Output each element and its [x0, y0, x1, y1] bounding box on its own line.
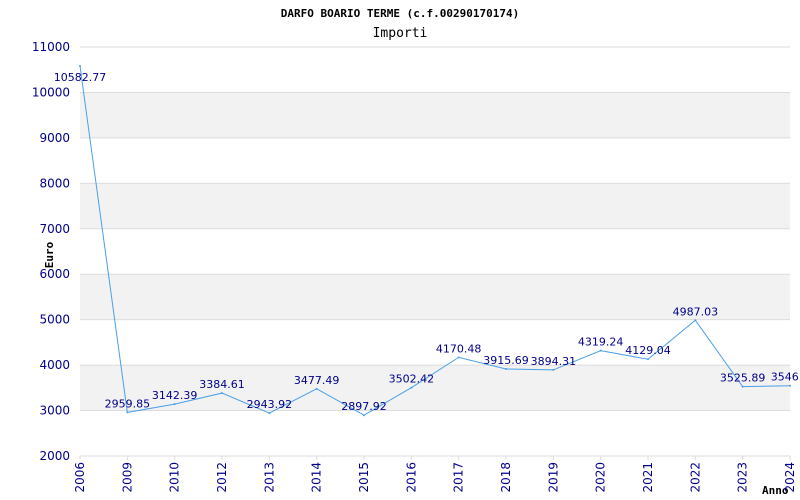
data-point — [789, 384, 791, 387]
data-label: 4319.24 — [578, 336, 624, 349]
x-tick-label: 2009 — [120, 462, 134, 493]
band-3000 — [80, 365, 790, 411]
data-point — [268, 412, 271, 415]
data-point — [126, 411, 129, 414]
x-tick-label: 2024 — [783, 462, 797, 493]
line-chart: DARFO BOARIO TERME (c.f.00290170174) Imp… — [32, 7, 800, 497]
data-label: 3142.39 — [152, 389, 198, 402]
y-tick-label: 3000 — [39, 404, 70, 418]
y-tick-label: 5000 — [39, 313, 70, 327]
data-label: 2943.92 — [247, 398, 293, 411]
y-tick-label: 11000 — [32, 40, 70, 54]
x-tick-label: 2018 — [499, 462, 513, 493]
data-point — [363, 414, 365, 417]
data-label: 3894.31 — [531, 355, 577, 368]
y-tick-label: 10000 — [32, 85, 70, 99]
y-tick-label: 9000 — [39, 131, 70, 145]
x-tick-label: 2006 — [73, 462, 87, 493]
y-tick-label: 6000 — [39, 267, 70, 281]
x-tick-label: 2010 — [168, 462, 182, 493]
data-label: 3502.42 — [389, 373, 435, 386]
y-tick-label: 4000 — [39, 358, 70, 372]
data-point — [221, 392, 223, 395]
data-point — [173, 403, 176, 406]
data-label: 4987.03 — [673, 305, 719, 318]
data-label: 3546.4 — [771, 371, 800, 384]
x-tick-label: 2016 — [404, 462, 418, 493]
data-label: 4129.04 — [625, 344, 671, 357]
data-label: 2959.85 — [105, 397, 151, 410]
data-point — [552, 368, 555, 371]
x-tick-label: 2013 — [262, 462, 276, 493]
data-point — [599, 349, 602, 352]
x-tick-label: 2019 — [546, 462, 560, 493]
x-tick-label: 2017 — [452, 462, 466, 493]
data-point — [79, 64, 81, 67]
data-point — [410, 386, 413, 389]
y-tick-label: 7000 — [39, 222, 70, 236]
data-point — [647, 358, 649, 361]
data-point — [315, 387, 318, 390]
data-point — [505, 367, 507, 370]
y-axis-label: Euro — [43, 241, 56, 268]
band-7000 — [80, 183, 790, 229]
band-9000 — [80, 92, 790, 138]
y-tick-label: 8000 — [39, 176, 70, 190]
chart-subtitle: Importi — [373, 26, 428, 41]
chart-title: DARFO BOARIO TERME (c.f.00290170174) — [281, 7, 519, 20]
x-tick-label: 2022 — [688, 462, 702, 493]
data-label: 4170.48 — [436, 342, 482, 355]
data-point — [457, 356, 460, 359]
data-label: 3915.69 — [483, 354, 529, 367]
x-tick-label: 2023 — [736, 462, 750, 493]
x-tick-label: 2015 — [357, 462, 371, 493]
x-axis-ticks: 2006 2009 2010 2012 2013 2014 2015 2016 2017 2018… — [73, 456, 797, 493]
x-tick-label: 2012 — [215, 462, 229, 493]
x-tick-label: 2020 — [594, 462, 608, 493]
x-tick-label: 2021 — [641, 462, 655, 493]
x-tick-label: 2014 — [310, 462, 324, 493]
y-tick-label: 2000 — [39, 449, 70, 463]
data-label: 3525.89 — [720, 372, 766, 385]
data-label: 2897.92 — [341, 400, 387, 413]
data-label: 3477.49 — [294, 374, 340, 387]
data-point — [694, 319, 697, 322]
background-bands — [80, 92, 790, 411]
data-label: 3384.61 — [199, 378, 245, 391]
data-label: 10582.77 — [54, 71, 107, 84]
data-point — [741, 385, 744, 388]
